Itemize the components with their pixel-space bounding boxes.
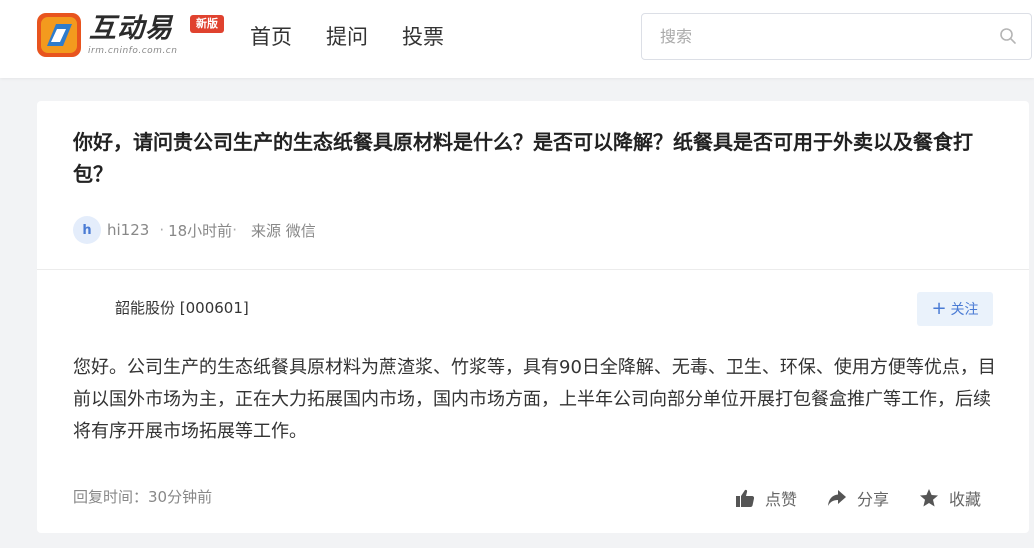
question-meta: h hi123 · 18小时前 · 来源 微信 bbox=[73, 216, 316, 244]
question-time: 18小时前 bbox=[168, 221, 233, 240]
answer-actions: 点赞 分享 收藏 bbox=[735, 486, 981, 510]
logo-title: 互动易 bbox=[89, 13, 173, 44]
search-box bbox=[641, 13, 1032, 60]
nav-item-home[interactable]: 首页 bbox=[250, 22, 292, 52]
search-input[interactable] bbox=[642, 14, 982, 59]
plus-icon: + bbox=[931, 298, 947, 319]
share-label: 分享 bbox=[857, 490, 890, 509]
like-label: 点赞 bbox=[765, 490, 798, 509]
favorite-label: 收藏 bbox=[949, 490, 982, 509]
question-user[interactable]: hi123 bbox=[107, 221, 149, 239]
like-button[interactable]: 点赞 bbox=[735, 486, 797, 510]
share-button[interactable]: 分享 bbox=[827, 486, 889, 510]
qa-card: 你好，请问贵公司生产的生态纸餐具原材料是什么？是否可以降解？纸餐具是否可用于外卖… bbox=[37, 101, 1029, 533]
search-icon[interactable] bbox=[999, 27, 1017, 45]
logo-subtitle: irm.cninfo.com.cn bbox=[88, 46, 178, 56]
site-logo[interactable]: 互动易 irm.cninfo.com.cn 新版 bbox=[36, 12, 236, 62]
meta-separator: · bbox=[232, 221, 237, 239]
nav-item-ask[interactable]: 提问 bbox=[326, 22, 368, 52]
answer-text: 您好。公司生产的生态纸餐具原材料为蔗渣浆、竹浆等，具有90日全降解、无毒、卫生、… bbox=[73, 357, 996, 442]
question-title: 你好，请问贵公司生产的生态纸餐具原材料是什么？是否可以降解？纸餐具是否可用于外卖… bbox=[73, 130, 973, 186]
logo-icon bbox=[37, 13, 81, 57]
thumbs-up-icon bbox=[736, 489, 755, 507]
divider bbox=[37, 269, 1029, 270]
nav-item-vote[interactable]: 投票 bbox=[402, 22, 444, 52]
favorite-button[interactable]: 收藏 bbox=[919, 486, 981, 510]
company-name[interactable]: 韶能股份 [000601] bbox=[115, 297, 249, 318]
question-source: 来源 微信 bbox=[250, 221, 316, 240]
main-nav: 首页 提问 投票 bbox=[250, 22, 444, 52]
reply-time: 回复时间：30分钟前 bbox=[73, 488, 213, 506]
meta-separator: · bbox=[159, 221, 165, 239]
follow-label: 关注 bbox=[950, 302, 979, 318]
new-version-badge: 新版 bbox=[190, 15, 224, 33]
star-icon bbox=[920, 489, 939, 507]
user-avatar[interactable]: h bbox=[73, 216, 101, 244]
top-header: 互动易 irm.cninfo.com.cn 新版 首页 提问 投票 bbox=[0, 0, 1034, 78]
share-icon bbox=[828, 490, 847, 506]
follow-button[interactable]: + 关注 bbox=[917, 292, 993, 326]
